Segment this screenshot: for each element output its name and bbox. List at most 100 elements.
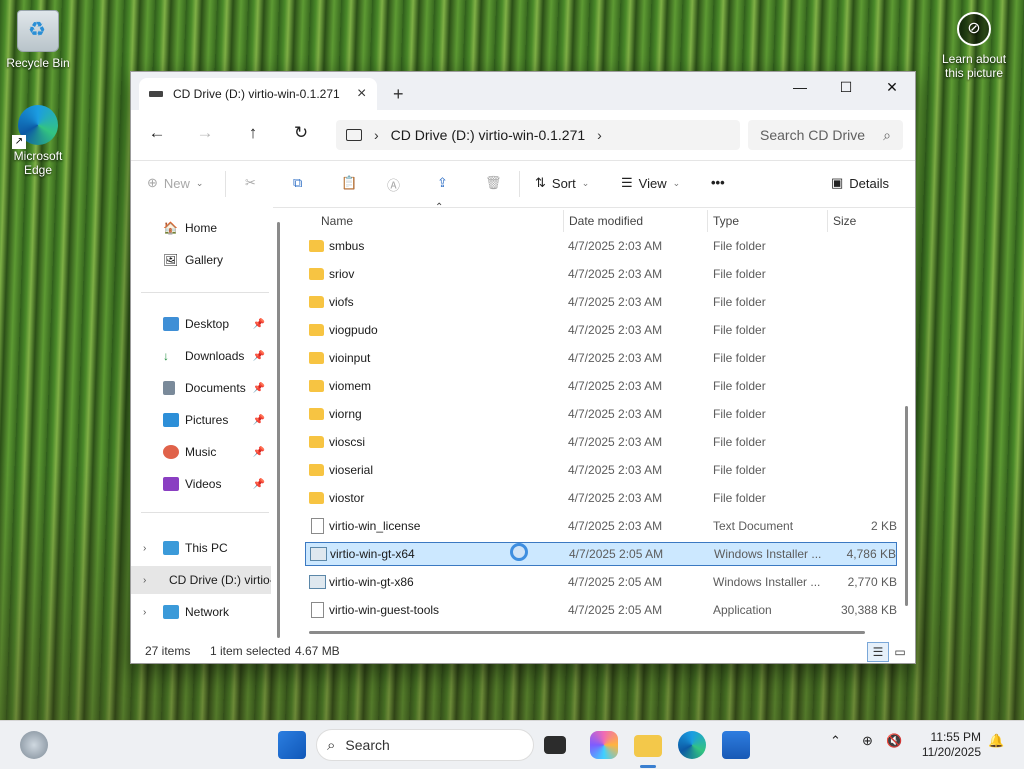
nav-documents[interactable]: Documents 📌	[131, 374, 271, 402]
chevron-up-icon[interactable]: ⌃	[830, 733, 841, 749]
file-name: vioinput	[329, 351, 371, 365]
file-row[interactable]: vioinput 4/7/2025 2:03 AM File folder	[305, 346, 897, 370]
command-bar: ⊕ New ⌄ ✂ ⧉ 📋 Ⓐ ⇪ 🗑 ⇅ Sort ⌄ ☰ View ⌄ ••…	[131, 161, 915, 208]
learn-about-picture[interactable]: ⊘ Learn about this picture	[934, 12, 1014, 80]
chevron-right-icon[interactable]: ›	[597, 127, 602, 143]
volume-muted-icon[interactable]: 🔇	[886, 733, 902, 749]
rename-icon[interactable]: Ⓐ	[387, 175, 400, 194]
edge-shortcut[interactable]: Microsoft Edge	[0, 105, 76, 177]
breadcrumb-current[interactable]: CD Drive (D:) virtio-win-0.1.271	[391, 127, 585, 143]
share-icon[interactable]: ⇪	[437, 175, 448, 191]
details-button[interactable]: ▣ Details	[831, 175, 889, 191]
widgets-icon[interactable]	[20, 731, 48, 759]
file-row[interactable]: viomem 4/7/2025 2:03 AM File folder	[305, 374, 897, 398]
start-icon[interactable]	[278, 731, 306, 759]
file-row[interactable]: viorng 4/7/2025 2:03 AM File folder	[305, 402, 897, 426]
task-view-icon[interactable]	[544, 736, 566, 754]
minimize-button[interactable]: —	[777, 72, 823, 104]
file-row[interactable]: sriov 4/7/2025 2:03 AM File folder	[305, 262, 897, 286]
refresh-icon[interactable]: ↻	[289, 123, 313, 143]
file-name: virtio-win_license	[329, 519, 421, 533]
nav-pictures[interactable]: Pictures 📌	[131, 406, 271, 434]
nav-music[interactable]: Music 📌	[131, 438, 271, 466]
column-name[interactable]: Name	[321, 214, 353, 228]
vertical-scrollbar[interactable]	[905, 406, 908, 606]
chevron-right-icon[interactable]: ›	[143, 575, 146, 586]
copy-icon[interactable]: ⧉	[293, 175, 302, 191]
sort-button[interactable]: ⇅ Sort ⌄	[535, 175, 589, 191]
nav-this-pc[interactable]: › This PC	[131, 534, 271, 562]
edge-icon[interactable]	[678, 731, 706, 759]
view-button[interactable]: ☰ View ⌄	[621, 175, 680, 191]
up-arrow-icon[interactable]: ↑	[241, 123, 265, 143]
notification-icon[interactable]: 🔔	[988, 733, 1004, 749]
column-date[interactable]: Date modified	[569, 214, 643, 228]
file-name: viogpudo	[329, 323, 378, 337]
folder-icon	[309, 436, 324, 448]
nav-desktop[interactable]: Desktop 📌	[131, 310, 271, 338]
clock[interactable]: 11:55 PM 11/20/2025	[905, 730, 981, 760]
forward-arrow-icon[interactable]: →	[193, 123, 217, 143]
file-row[interactable]: smbus 4/7/2025 2:03 AM File folder	[305, 234, 897, 258]
file-row[interactable]: virtio-win_license 4/7/2025 2:03 AM Text D…	[305, 514, 897, 538]
file-row[interactable]: virtio-win-guest-tools 4/7/2025 2:05 AM Ap…	[305, 598, 897, 622]
file-explorer-icon[interactable]	[634, 735, 662, 757]
back-arrow-icon[interactable]: ←	[145, 123, 169, 143]
taskbar-search[interactable]: ⌕ Search	[316, 729, 534, 761]
column-type[interactable]: Type	[713, 214, 739, 228]
file-row[interactable]: viogpudo 4/7/2025 2:03 AM File folder	[305, 318, 897, 342]
close-button[interactable]: ✕	[869, 72, 915, 104]
nav-downloads[interactable]: ↓ Downloads 📌	[131, 342, 271, 370]
nav-label: CD Drive (D:) virtio-win-0.1.271	[169, 573, 271, 587]
file-row[interactable]: virtio-win-gt-x86 4/7/2025 2:05 AM Windows…	[305, 570, 897, 594]
nav-home[interactable]: 🏠 Home	[131, 214, 271, 242]
delete-icon[interactable]: 🗑	[485, 175, 502, 191]
maximize-button[interactable]: ☐	[823, 72, 869, 104]
column-size[interactable]: Size	[833, 214, 856, 228]
nav-network[interactable]: › Network	[131, 598, 271, 626]
paste-icon[interactable]: 📋	[341, 175, 357, 191]
gallery-icon: 🖼	[163, 253, 179, 267]
new-tab-button[interactable]: +	[393, 84, 404, 105]
chevron-right-icon[interactable]: ›	[143, 543, 146, 554]
store-icon[interactable]	[722, 731, 750, 759]
file-type: File folder	[713, 239, 766, 253]
file-row[interactable]: viostor 4/7/2025 2:03 AM File folder	[305, 486, 897, 510]
tiles-view-icon[interactable]: ▭	[889, 642, 911, 662]
search-input[interactable]: Search CD Drive ⌕	[748, 120, 903, 150]
file-row[interactable]: viofs 4/7/2025 2:03 AM File folder	[305, 290, 897, 314]
recycle-bin-shortcut[interactable]: Recycle Bin	[0, 10, 76, 70]
horizontal-scrollbar[interactable]	[309, 631, 865, 634]
details-pane-icon: ▣	[831, 175, 844, 190]
file-name: viomem	[329, 379, 372, 393]
cut-icon[interactable]: ✂	[245, 175, 256, 191]
search-placeholder: Search CD Drive	[760, 127, 866, 143]
details-view-icon[interactable]: ☰	[867, 642, 889, 662]
chevron-down-icon: ⌄	[195, 177, 204, 188]
file-row[interactable]: vioserial 4/7/2025 2:03 AM File folder	[305, 458, 897, 482]
nav-cd-drive[interactable]: › CD Drive (D:) virtio-win-0.1.271	[131, 566, 271, 594]
file-name: smbus	[329, 239, 365, 253]
new-button[interactable]: ⊕ New ⌄	[147, 175, 203, 191]
divider	[141, 512, 269, 513]
network-icon[interactable]: ⊕	[862, 733, 873, 749]
file-type: File folder	[713, 295, 766, 309]
tab-close-icon[interactable]: ×	[357, 85, 366, 103]
file-row[interactable]: vioscsi 4/7/2025 2:03 AM File folder	[305, 430, 897, 454]
nav-videos[interactable]: Videos 📌	[131, 470, 271, 498]
music-icon	[163, 445, 179, 459]
edge-icon	[12, 105, 58, 149]
file-type: Windows Installer ...	[713, 575, 821, 589]
explorer-tab[interactable]: CD Drive (D:) virtio-win-0.1.271 ×	[139, 78, 377, 110]
taskbar-search-label: Search	[345, 737, 390, 753]
folder-icon	[309, 324, 324, 336]
pin-icon: 📌	[252, 350, 265, 362]
nav-scrollbar[interactable]	[277, 222, 280, 638]
file-row[interactable]: virtio-win-gt-x64 4/7/2025 2:05 AM Windows…	[305, 542, 897, 566]
address-bar[interactable]: › CD Drive (D:) virtio-win-0.1.271 ›	[336, 120, 740, 150]
chevron-right-icon[interactable]: ›	[143, 607, 146, 618]
nav-gallery[interactable]: 🖼 Gallery	[131, 246, 271, 274]
chevron-right-icon[interactable]: ›	[374, 127, 379, 143]
more-options-button[interactable]: •••	[711, 175, 725, 190]
copilot-icon[interactable]	[590, 731, 618, 759]
